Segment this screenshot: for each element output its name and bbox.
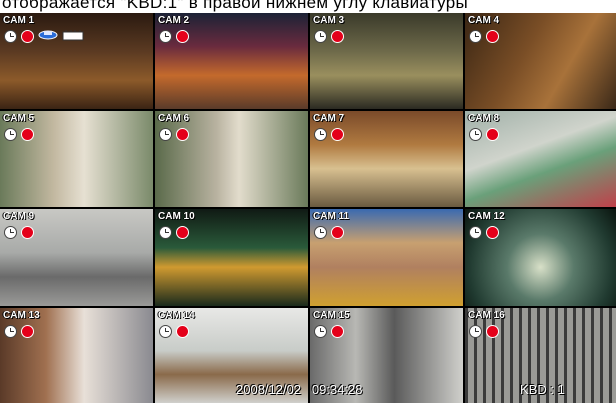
camera-label: CAM 9 — [3, 211, 35, 222]
record-icon — [21, 325, 34, 338]
record-icon — [331, 128, 344, 141]
page-caption: отображается "KBD:1" в правой нижнем угл… — [2, 0, 468, 12]
clock-icon — [4, 30, 17, 43]
clock-icon — [314, 226, 327, 239]
record-icon — [21, 128, 34, 141]
camera-tile-3[interactable]: CAM 3 — [310, 13, 463, 109]
camera-tile-8[interactable]: CAM 8 — [465, 111, 616, 207]
camera-feed — [310, 111, 463, 207]
camera-feed — [155, 111, 308, 207]
camera-label: CAM 12 — [468, 211, 505, 222]
camera-feed — [0, 308, 153, 403]
record-icon — [21, 226, 34, 239]
clock-icon — [4, 325, 17, 338]
record-icon — [176, 226, 189, 239]
clock-icon — [469, 30, 482, 43]
camera-label: CAM 2 — [158, 15, 190, 26]
camera-tile-4[interactable]: CAM 4 — [465, 13, 616, 109]
network-icon — [62, 30, 84, 41]
camera-feed — [0, 111, 153, 207]
camera-label: CAM 13 — [3, 310, 40, 321]
clock-icon — [159, 226, 172, 239]
camera-tile-6[interactable]: CAM 6 — [155, 111, 308, 207]
camera-feed — [465, 111, 616, 207]
page-caption-strip: отображается "KBD:1" в правой нижнем угл… — [0, 0, 616, 13]
camera-tile-5[interactable]: CAM 5 — [0, 111, 153, 207]
camera-feed — [310, 209, 463, 306]
camera-feed — [465, 13, 616, 109]
clock-icon — [4, 226, 17, 239]
camera-tile-13[interactable]: CAM 13 — [0, 308, 153, 403]
clock-icon — [469, 128, 482, 141]
camera-label: CAM 6 — [158, 113, 190, 124]
clock-icon — [314, 30, 327, 43]
record-icon — [331, 30, 344, 43]
camera-tile-7[interactable]: CAM 7 — [310, 111, 463, 207]
camera-feed — [0, 209, 153, 306]
clock-icon — [159, 325, 172, 338]
camera-label: CAM 1 — [3, 15, 35, 26]
camera-feed — [465, 209, 616, 306]
camera-tile-12[interactable]: CAM 12 — [465, 209, 616, 306]
camera-feed — [0, 13, 153, 109]
camera-label: CAM 5 — [3, 113, 35, 124]
camera-label: CAM 4 — [468, 15, 500, 26]
camera-label: CAM 11 — [313, 211, 350, 222]
record-icon — [176, 128, 189, 141]
camera-label: CAM 16 — [468, 310, 505, 321]
record-icon — [486, 226, 499, 239]
record-icon — [331, 226, 344, 239]
camera-feed — [310, 13, 463, 109]
camera-label: CAM 7 — [313, 113, 345, 124]
clock-icon — [314, 325, 327, 338]
camera-tile-10[interactable]: CAM 10 — [155, 209, 308, 306]
camera-tile-9[interactable]: CAM 9 — [0, 209, 153, 306]
record-icon — [176, 30, 189, 43]
camera-feed — [155, 13, 308, 109]
clock-icon — [469, 226, 482, 239]
camera-label: CAM 8 — [468, 113, 500, 124]
clock-icon — [159, 30, 172, 43]
clock-icon — [469, 325, 482, 338]
camera-label: CAM 15 — [313, 310, 350, 321]
camera-tile-11[interactable]: CAM 11 — [310, 209, 463, 306]
record-icon — [486, 30, 499, 43]
clock-icon — [314, 128, 327, 141]
camera-label: CAM 14 — [158, 310, 195, 321]
record-icon — [486, 325, 499, 338]
record-icon — [21, 30, 34, 43]
camera-grid: CAM 1 CAM 2 CAM 3 CAM 4 CAM 5 CAM 6 CAM … — [0, 13, 616, 403]
record-icon — [486, 128, 499, 141]
keyboard-status: KBD : 1 — [520, 382, 565, 397]
clock-icon — [159, 128, 172, 141]
camera-tile-2[interactable]: CAM 2 — [155, 13, 308, 109]
record-icon — [176, 325, 189, 338]
camera-label: CAM 10 — [158, 211, 195, 222]
record-icon — [331, 325, 344, 338]
camera-tile-1[interactable]: CAM 1 — [0, 13, 153, 109]
datetime-overlay: 2008/12/02 09:34:28 — [236, 382, 363, 397]
camera-feed — [155, 209, 308, 306]
clock-icon — [4, 128, 17, 141]
camera-label: CAM 3 — [313, 15, 345, 26]
ptz-camera-icon — [38, 30, 58, 40]
